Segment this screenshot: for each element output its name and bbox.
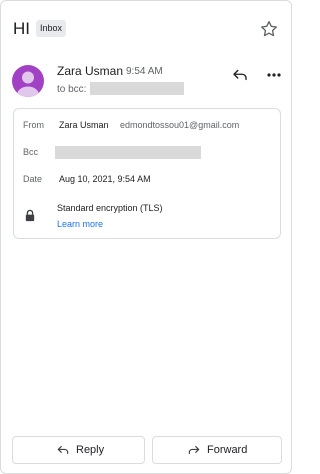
subject-row: HI Inbox <box>13 18 283 42</box>
learn-more-link[interactable]: Learn more <box>57 218 103 230</box>
sent-time: 9:54 AM <box>126 66 163 77</box>
star-icon[interactable] <box>259 19 279 39</box>
inbox-label-badge[interactable]: Inbox <box>36 20 67 37</box>
encryption-info: Standard encryption (TLS) <box>57 203 163 213</box>
forward-button[interactable]: Forward <box>152 436 282 464</box>
sender-avatar[interactable] <box>12 65 44 97</box>
reply-icon <box>57 445 69 455</box>
forward-icon <box>188 445 200 455</box>
reply-button[interactable]: Reply <box>12 436 145 464</box>
date-label: Date <box>23 174 43 184</box>
recipients-line[interactable]: to bcc: <box>57 83 86 96</box>
person-icon <box>17 71 39 97</box>
reply-icon[interactable] <box>231 66 249 84</box>
lock-icon <box>25 209 35 222</box>
email-view: HI Inbox Zara Usman 9:54 AM to bcc: From… <box>0 0 292 474</box>
bcc-label: Bcc <box>23 147 39 157</box>
sender-name[interactable]: Zara Usman <box>57 64 123 78</box>
from-name: Zara Usman <box>59 120 109 130</box>
redacted-bcc <box>55 146 201 159</box>
date-value: Aug 10, 2021, 9:54 AM <box>59 174 151 184</box>
more-options-icon[interactable] <box>266 67 282 83</box>
forward-button-label: Forward <box>207 444 248 456</box>
email-subject: HI <box>13 19 30 38</box>
reply-button-label: Reply <box>76 444 105 456</box>
from-label: From <box>23 120 44 130</box>
message-details-panel: From Zara Usman edmondtossou01@gmail.com… <box>13 108 281 239</box>
from-email[interactable]: edmondtossou01@gmail.com <box>120 119 239 131</box>
redacted-recipient <box>90 82 184 95</box>
